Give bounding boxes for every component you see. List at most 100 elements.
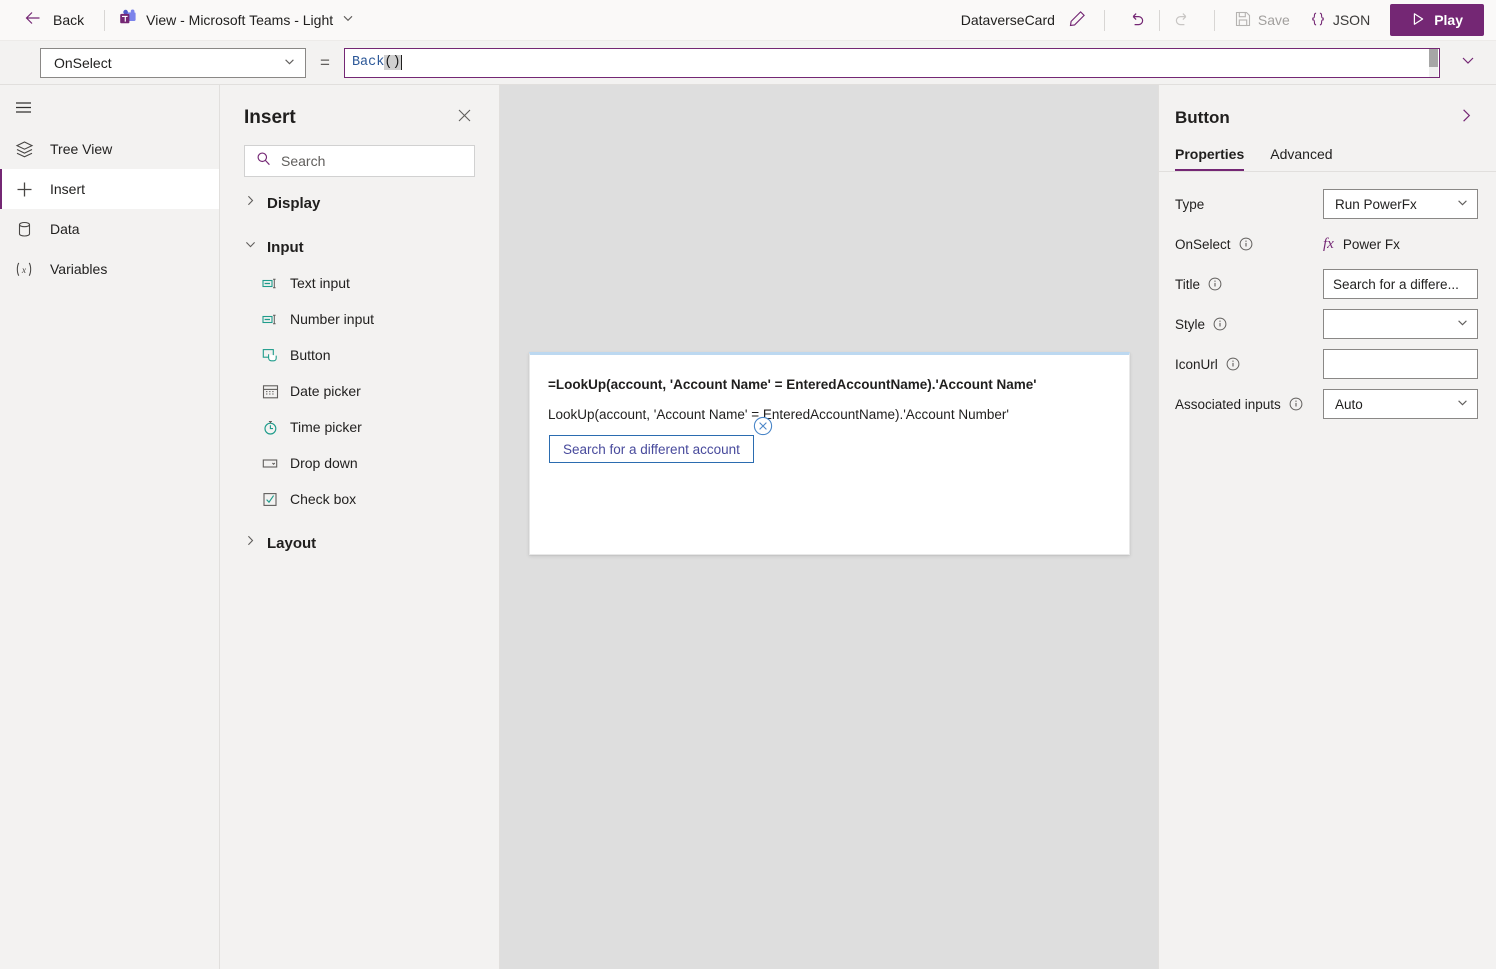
sidebar-item-label: Insert (50, 181, 86, 197)
insert-group-display[interactable]: Display (244, 185, 475, 221)
save-button: Save (1229, 7, 1296, 34)
insert-item-date-picker[interactable]: Date picker (244, 373, 475, 409)
text-input-icon (262, 275, 279, 292)
insert-group-label: Display (267, 194, 321, 212)
insert-item-text-input[interactable]: Text input (244, 265, 475, 301)
chevron-right-icon[interactable] (1455, 104, 1478, 132)
iconurl-input[interactable] (1323, 349, 1478, 379)
insert-item-label: Number input (290, 311, 375, 327)
insert-item-button[interactable]: Button (244, 337, 475, 373)
property-control: Run PowerFx (1323, 189, 1478, 219)
left-rail: Tree View Insert Data x Variables (0, 85, 220, 969)
info-icon[interactable] (1226, 357, 1240, 371)
sidebar-item-data[interactable]: Data (0, 209, 219, 249)
app-title-dropdown[interactable]: View - Microsoft Teams - Light (119, 9, 354, 32)
layers-icon (14, 140, 34, 159)
insert-item-check-box[interactable]: Check box (244, 481, 475, 517)
save-label: Save (1257, 12, 1290, 28)
property-row-associated-inputs: Associated inputs Auto (1159, 384, 1496, 424)
insert-item-number-input[interactable]: Number input (244, 301, 475, 337)
insert-group-layout[interactable]: Layout (244, 525, 475, 561)
insert-item-label: Text input (290, 275, 350, 291)
insert-group-input[interactable]: Input (244, 229, 475, 265)
style-select[interactable] (1323, 309, 1478, 339)
play-button[interactable]: Play (1390, 4, 1484, 36)
chevron-down-icon (1456, 316, 1469, 332)
divider (1158, 9, 1160, 31)
search-input[interactable] (281, 153, 463, 169)
property-label: IconUrl (1175, 357, 1323, 372)
property-select-value: OnSelect (54, 54, 112, 71)
property-control: Search for a differe... (1323, 269, 1478, 299)
property-row-iconurl: IconUrl (1159, 344, 1496, 384)
canvas-area[interactable]: =LookUp(account, 'Account Name' = Entere… (500, 85, 1158, 969)
redo-icon (1173, 10, 1191, 31)
search-box[interactable] (244, 145, 475, 177)
json-button[interactable]: JSON (1304, 7, 1376, 34)
tab-advanced[interactable]: Advanced (1270, 146, 1332, 171)
property-label-text: Style (1175, 316, 1206, 332)
sidebar-item-tree-view[interactable]: Tree View (0, 129, 219, 169)
property-label-text: Type (1175, 196, 1205, 212)
onselect-powerfx-button[interactable]: fx Power Fx (1323, 236, 1478, 253)
microsoft-teams-icon (119, 9, 137, 32)
dropdown-icon (262, 455, 279, 472)
back-label: Back (53, 12, 85, 28)
properties-panel: Button Properties Advanced Type Run Powe… (1158, 85, 1496, 969)
menu-toggle-button[interactable] (0, 91, 219, 129)
play-label: Play (1434, 12, 1463, 28)
arrow-left-icon (24, 9, 42, 32)
insert-item-time-picker[interactable]: Time picker (244, 409, 475, 445)
rename-card-button[interactable] (1065, 6, 1090, 34)
property-label-text: IconUrl (1175, 356, 1218, 372)
tab-label: Advanced (1270, 146, 1333, 162)
sidebar-item-variables[interactable]: x Variables (0, 249, 219, 289)
json-label: JSON (1332, 12, 1371, 28)
save-icon (1235, 11, 1251, 30)
database-icon (14, 220, 34, 239)
tab-label: Properties (1175, 146, 1245, 162)
info-icon[interactable] (1289, 397, 1303, 411)
properties-panel-title: Button (1175, 108, 1230, 127)
divider (1213, 9, 1215, 31)
checkbox-icon (262, 491, 279, 508)
sidebar-item-insert[interactable]: Insert (0, 169, 219, 209)
type-select[interactable]: Run PowerFx (1323, 189, 1478, 219)
property-label-text: Associated inputs (1175, 396, 1281, 412)
info-icon[interactable] (1208, 277, 1222, 291)
property-row-style: Style (1159, 304, 1496, 344)
formula-expand-button[interactable] (1452, 52, 1484, 73)
panel-title: Insert (244, 107, 296, 128)
insert-item-drop-down[interactable]: Drop down (244, 445, 475, 481)
type-select-value: Run PowerFx (1335, 196, 1417, 212)
back-button[interactable]: Back (22, 5, 90, 36)
search-icon (256, 151, 271, 171)
info-icon[interactable] (1239, 237, 1253, 251)
circle-close-icon[interactable] (753, 416, 773, 436)
chevron-right-icon (244, 534, 257, 552)
insert-group-label: Layout (267, 534, 317, 552)
formula-scrollbar[interactable] (1429, 48, 1438, 77)
sidebar-item-label: Variables (50, 261, 108, 277)
undo-button[interactable] (1119, 5, 1155, 36)
title-input[interactable]: Search for a differe... (1323, 269, 1478, 299)
associated-inputs-select[interactable]: Auto (1323, 389, 1478, 419)
equals-sign: = (320, 52, 330, 72)
card-preview[interactable]: =LookUp(account, 'Account Name' = Entere… (529, 352, 1130, 555)
calendar-icon (262, 383, 279, 400)
associated-inputs-value: Auto (1335, 396, 1363, 412)
chevron-down-icon (1456, 196, 1469, 212)
workspace: Tree View Insert Data x Variables Insert… (0, 85, 1496, 969)
top-command-bar: Back View - Microsoft Teams - Light Data… (0, 0, 1496, 41)
tab-properties[interactable]: Properties (1175, 146, 1244, 171)
property-row-type: Type Run PowerFx (1159, 184, 1496, 224)
property-label: Type (1175, 197, 1323, 212)
insert-group-label: Input (267, 238, 304, 256)
close-icon[interactable] (454, 105, 475, 131)
chevron-down-icon (342, 11, 354, 29)
chevron-down-icon (244, 238, 257, 256)
card-search-button[interactable]: Search for a different account (549, 435, 754, 463)
formula-input[interactable]: Back() (343, 47, 1440, 78)
info-icon[interactable] (1213, 317, 1227, 331)
property-select[interactable]: OnSelect (40, 47, 306, 78)
